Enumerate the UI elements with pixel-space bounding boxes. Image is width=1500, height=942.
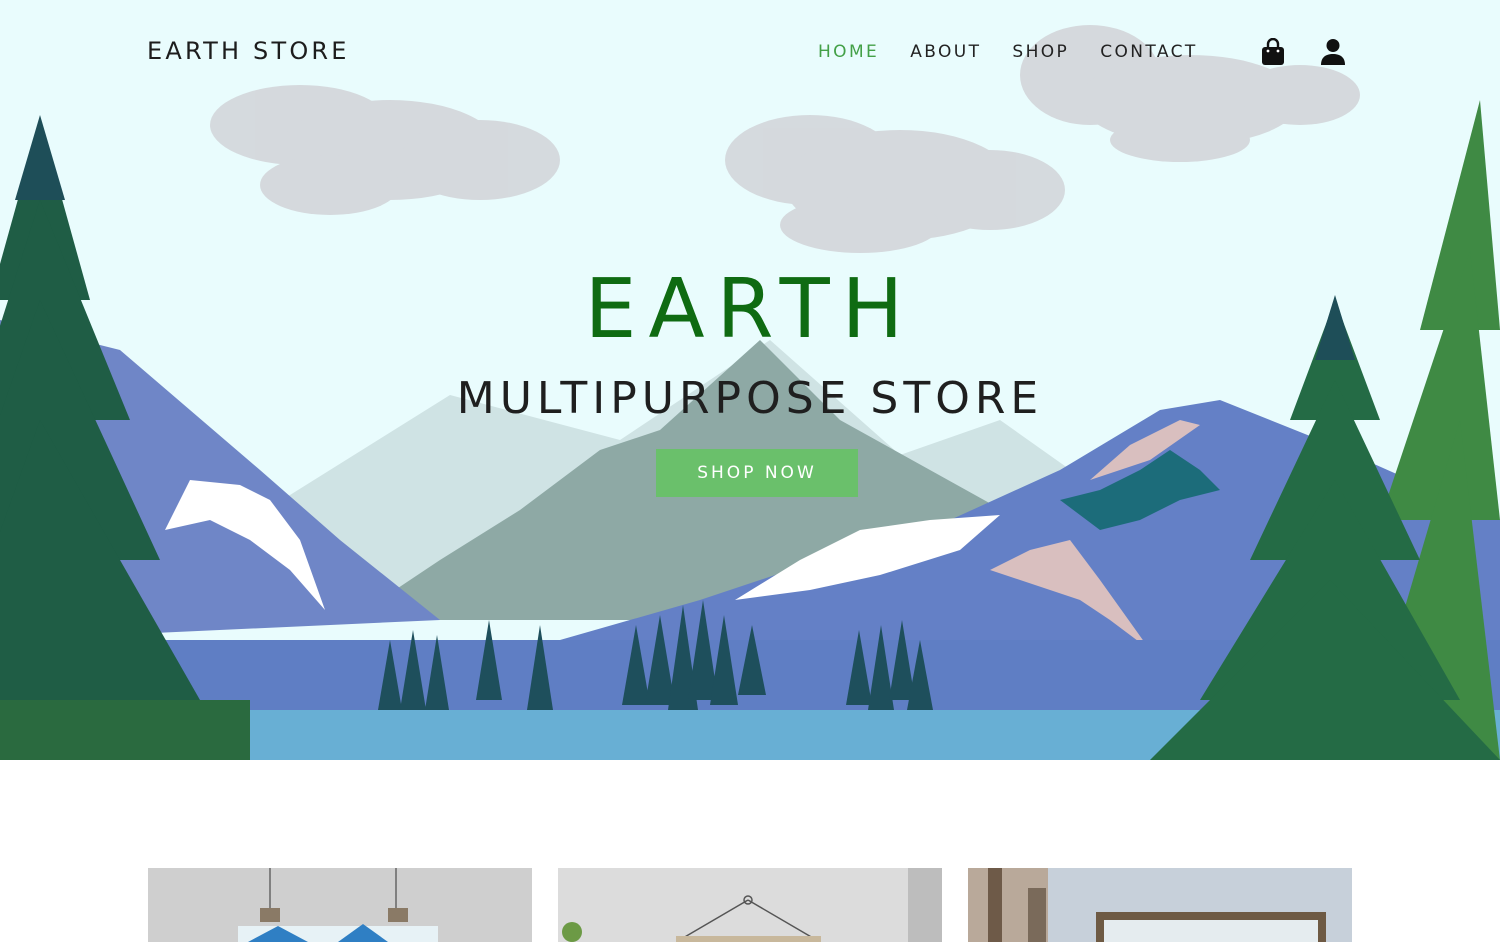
user-icon [1321, 39, 1345, 65]
product-card-2[interactable] [558, 868, 942, 942]
site-logo[interactable]: EARTH STORE [147, 37, 350, 65]
cart-button[interactable] [1258, 36, 1288, 68]
hero-banner: EARTH STORE HOME ABOUT SHOP CONTACT EART… [0, 0, 1500, 760]
nav-home[interactable]: HOME [818, 42, 879, 62]
nav-contact[interactable]: CONTACT [1100, 42, 1197, 62]
hero-title: EARTH [584, 262, 916, 357]
account-button[interactable] [1318, 36, 1348, 68]
product-card-1[interactable] [148, 868, 532, 942]
site-header: EARTH STORE HOME ABOUT SHOP CONTACT [0, 0, 1500, 104]
shopping-bag-icon [1262, 38, 1284, 65]
product-image-1 [148, 868, 532, 942]
nav-about[interactable]: ABOUT [910, 42, 981, 62]
main-nav: HOME ABOUT SHOP CONTACT [818, 42, 1229, 62]
product-image-2 [558, 868, 942, 942]
shop-now-button[interactable]: SHOP NOW [656, 449, 858, 497]
nav-shop[interactable]: SHOP [1012, 42, 1069, 62]
product-image-3 [968, 868, 1352, 942]
product-grid [0, 760, 1500, 942]
product-card-3[interactable] [968, 868, 1352, 942]
hero-subtitle: MULTIPURPOSE STORE [456, 373, 1044, 424]
